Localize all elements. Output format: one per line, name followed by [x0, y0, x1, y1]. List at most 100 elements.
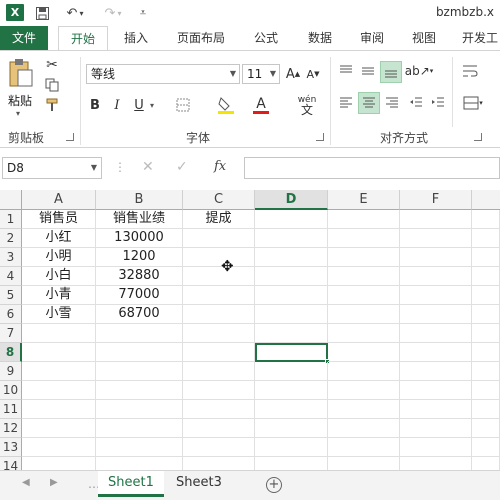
sheet-tab-sheet3[interactable]: Sheet3: [166, 471, 232, 497]
cell[interactable]: [328, 305, 400, 324]
cell[interactable]: [183, 438, 255, 457]
cell[interactable]: 77000: [96, 286, 183, 305]
format-painter-icon[interactable]: [42, 95, 62, 115]
cell[interactable]: [472, 381, 500, 400]
cell[interactable]: 销售业绩: [96, 210, 183, 229]
cell[interactable]: [328, 210, 400, 229]
cell[interactable]: [183, 305, 255, 324]
chevron-down-icon[interactable]: ▾: [150, 101, 154, 110]
tab-insert[interactable]: 插入: [114, 26, 158, 50]
cell[interactable]: [96, 362, 183, 381]
cell[interactable]: [183, 419, 255, 438]
column-header-c[interactable]: C: [183, 190, 255, 210]
cell[interactable]: [472, 267, 500, 286]
row-header[interactable]: 4: [0, 267, 22, 286]
cancel-icon[interactable]: ✕: [142, 159, 154, 175]
cell[interactable]: [328, 362, 400, 381]
align-center-icon[interactable]: [358, 92, 380, 114]
cell[interactable]: [328, 267, 400, 286]
cell[interactable]: [472, 248, 500, 267]
orientation-icon[interactable]: ab↗ ▾: [405, 61, 434, 81]
cut-icon[interactable]: ✂: [42, 55, 62, 75]
cell[interactable]: [183, 343, 255, 362]
paste-icon[interactable]: [6, 57, 36, 89]
underline-icon[interactable]: U: [130, 95, 148, 115]
cell[interactable]: [183, 362, 255, 381]
cell[interactable]: [183, 286, 255, 305]
cell[interactable]: [255, 229, 328, 248]
cell[interactable]: [400, 324, 472, 343]
cell[interactable]: [400, 305, 472, 324]
cell[interactable]: [400, 210, 472, 229]
cell[interactable]: 68700: [96, 305, 183, 324]
italic-icon[interactable]: I: [108, 95, 126, 115]
row-header[interactable]: 3: [0, 248, 22, 267]
cell[interactable]: [22, 400, 96, 419]
alignment-launcher-icon[interactable]: [474, 133, 482, 141]
cell[interactable]: [96, 343, 183, 362]
cell[interactable]: [96, 324, 183, 343]
cell[interactable]: [472, 210, 500, 229]
row-header[interactable]: 14: [0, 457, 22, 470]
scroll-left-icon[interactable]: ◀: [22, 477, 30, 488]
cell[interactable]: [472, 286, 500, 305]
align-top-icon[interactable]: [336, 61, 356, 81]
row-header[interactable]: 6: [0, 305, 22, 324]
borders-icon[interactable]: [172, 95, 194, 115]
cell[interactable]: [255, 381, 328, 400]
paste-label[interactable]: 粘贴: [8, 92, 32, 109]
cell[interactable]: [328, 438, 400, 457]
cell[interactable]: [22, 381, 96, 400]
cell[interactable]: [328, 419, 400, 438]
cell[interactable]: [472, 324, 500, 343]
row-header[interactable]: 11: [0, 400, 22, 419]
cell[interactable]: [255, 305, 328, 324]
cell[interactable]: [96, 400, 183, 419]
copy-icon[interactable]: [42, 75, 62, 95]
tab-view[interactable]: 视图: [402, 26, 446, 50]
row-header[interactable]: 1: [0, 210, 22, 229]
align-middle-icon[interactable]: [358, 61, 378, 81]
increase-font-icon[interactable]: A ▲: [284, 64, 302, 84]
cell[interactable]: [472, 343, 500, 362]
row-header[interactable]: 8: [0, 343, 22, 362]
cell[interactable]: [400, 381, 472, 400]
cell[interactable]: 小红: [22, 229, 96, 248]
merge-center-icon[interactable]: ▾: [458, 93, 488, 113]
name-box[interactable]: D8 ▼: [2, 157, 102, 179]
phonetic-guide-icon[interactable]: wén 文: [294, 91, 320, 119]
cell[interactable]: [96, 438, 183, 457]
cell[interactable]: [22, 438, 96, 457]
cell[interactable]: 130000: [96, 229, 183, 248]
cell[interactable]: [400, 457, 472, 470]
row-header[interactable]: 12: [0, 419, 22, 438]
column-header-d[interactable]: D: [255, 190, 328, 210]
cell[interactable]: [472, 362, 500, 381]
cell[interactable]: [183, 457, 255, 470]
tab-developer[interactable]: 开发工: [456, 26, 500, 50]
cell[interactable]: [22, 362, 96, 381]
row-header[interactable]: 7: [0, 324, 22, 343]
formula-input[interactable]: [244, 157, 500, 179]
cell[interactable]: [472, 457, 500, 470]
scroll-right-icon[interactable]: ▶: [50, 477, 58, 488]
cell[interactable]: 小明: [22, 248, 96, 267]
row-header[interactable]: 9: [0, 362, 22, 381]
cell[interactable]: [22, 419, 96, 438]
cell[interactable]: [255, 267, 328, 286]
cell[interactable]: 提成: [183, 210, 255, 229]
enter-icon[interactable]: ✓: [176, 159, 188, 175]
save-icon[interactable]: [32, 4, 52, 22]
column-header-e[interactable]: E: [328, 190, 400, 210]
align-left-icon[interactable]: [336, 93, 356, 113]
cell[interactable]: [400, 438, 472, 457]
formula-bar-grip-icon[interactable]: ⋮: [114, 160, 126, 174]
cell[interactable]: [400, 286, 472, 305]
cell[interactable]: [255, 210, 328, 229]
cell[interactable]: [255, 457, 328, 470]
tab-formulas[interactable]: 公式: [244, 26, 288, 50]
row-header[interactable]: 10: [0, 381, 22, 400]
cell[interactable]: [472, 229, 500, 248]
cell[interactable]: [22, 324, 96, 343]
spreadsheet-grid[interactable]: A B C D E F 1 销售员 销售业绩 提成 2 小红 130000 3 小明 1200 4 小…: [0, 190, 500, 470]
